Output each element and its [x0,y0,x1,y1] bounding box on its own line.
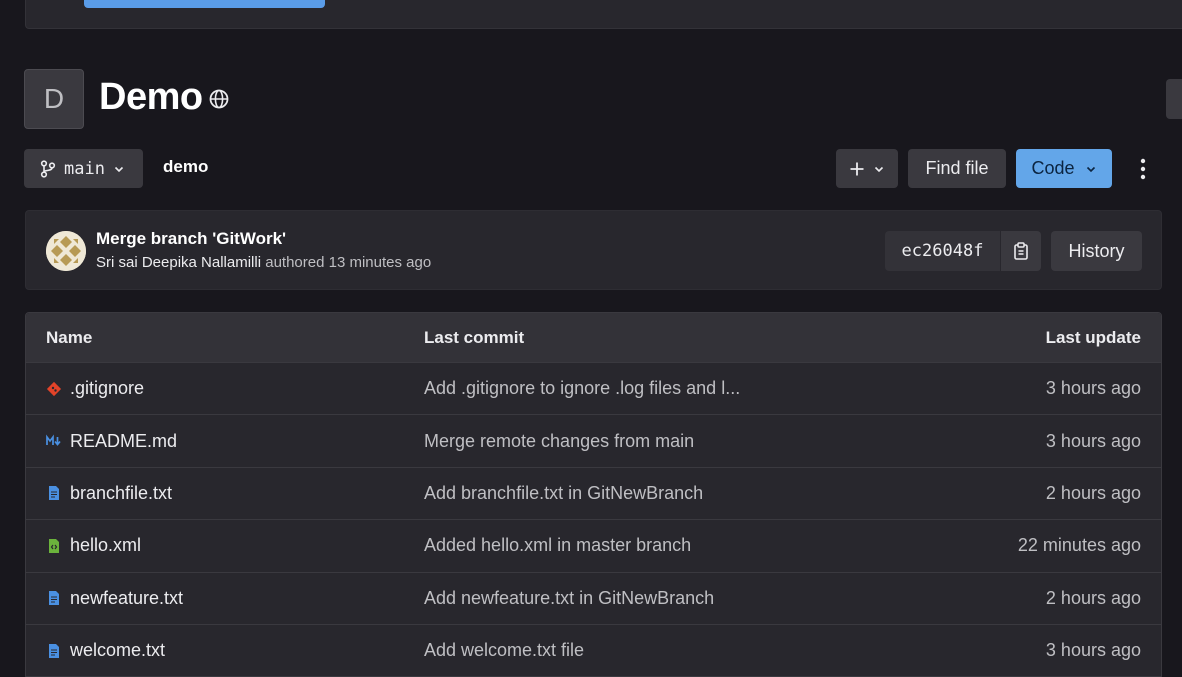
project-title[interactable]: Demo [99,76,203,119]
commit-sha[interactable]: ec26048f [885,231,1000,271]
plus-icon [850,162,864,175]
file-name[interactable]: .gitignore [70,378,144,399]
more-actions-button[interactable] [1128,152,1158,186]
chevron-down-icon [1086,166,1095,172]
file-cell: README.md [46,431,177,452]
update-time: 3 hours ago [1045,378,1141,399]
file-name[interactable]: newfeature.txt [70,588,183,609]
update-time: 3 hours ago [1045,430,1141,451]
update-time: 22 minutes ago [1017,535,1141,556]
chevron-down-icon [874,166,884,172]
table-header: Name Last commit Last update [26,313,1161,363]
branch-icon [40,159,56,178]
globe-icon [209,89,229,109]
project-avatar: D [24,69,84,129]
history-button[interactable]: History [1051,231,1142,271]
code-button-label: Code [1031,158,1075,178]
branch-name: main [64,158,105,179]
find-file-button[interactable]: Find file [908,149,1006,188]
commit-message[interactable]: Add welcome.txt file [424,640,584,661]
table-row[interactable]: README.md Merge remote changes from main… [26,415,1161,468]
markdown-icon [46,434,61,446]
table-row[interactable]: branchfile.txt Add branchfile.txt in Git… [26,467,1161,521]
repository-page: D Demo main demo Find file Code Merge br… [0,0,1182,677]
file-cell: newfeature.txt [46,588,183,609]
git-icon [46,381,62,396]
last-commit-panel: Merge branch 'GitWork' Sri sai Deepika N… [25,210,1162,290]
file-cell: .gitignore [46,378,144,399]
commit-message[interactable]: Add newfeature.txt in GitNewBranch [424,588,714,609]
commit-message[interactable]: Added hello.xml in master branch [424,535,691,556]
kebab-menu-icon [1140,158,1146,180]
update-time: 2 hours ago [1045,482,1141,503]
file-cell: branchfile.txt [46,483,172,504]
file-cell: welcome.txt [46,640,165,661]
commit-author-avatar[interactable] [46,231,86,271]
header-name: Name [46,327,93,347]
update-time: 2 hours ago [1045,587,1141,608]
table-row[interactable]: welcome.txt Add welcome.txt file 3 hours… [26,624,1161,677]
commit-meta: Sri sai Deepika Nallamilli authored 13 m… [96,254,431,271]
table-row[interactable]: hello.xml Added hello.xml in master bran… [26,520,1161,573]
file-name[interactable]: hello.xml [70,535,141,556]
chevron-down-icon [114,166,124,172]
identicon-icon [46,231,86,271]
commit-message[interactable]: Merge remote changes from main [424,431,694,452]
table-row[interactable]: .gitignore Add .gitignore to ignore .log… [26,363,1161,416]
header-last-commit: Last commit [424,327,525,347]
project-avatar-letter: D [43,83,65,114]
file-cell: hello.xml [46,535,141,556]
header-last-update: Last update [1045,327,1141,347]
text-file-icon [49,643,59,658]
file-name[interactable]: README.md [70,431,177,452]
commit-author[interactable]: Sri sai Deepika Nallamilli [96,254,261,271]
update-time: 3 hours ago [1045,640,1141,661]
commit-message[interactable]: Add branchfile.txt in GitNewBranch [424,483,703,504]
top-action-button[interactable] [84,0,325,8]
copy-sha-button[interactable] [1000,231,1041,271]
text-file-icon [49,591,59,606]
table-row[interactable]: newfeature.txt Add newfeature.txt in Git… [26,572,1161,625]
commit-time: authored 13 minutes ago [265,254,432,271]
code-dropdown-button[interactable]: Code [1016,149,1112,188]
xml-file-icon [49,538,59,553]
branch-selector[interactable]: main [24,149,143,188]
commit-title[interactable]: Merge branch 'GitWork' [96,229,286,249]
add-dropdown-button[interactable] [836,149,898,188]
commit-sha-group: ec26048f [885,231,1041,271]
file-name[interactable]: branchfile.txt [70,483,172,504]
side-collapse-button[interactable] [1166,79,1182,119]
text-file-icon [49,486,59,501]
commit-message[interactable]: Add .gitignore to ignore .log files and … [424,378,740,399]
clipboard-icon [1014,242,1028,260]
breadcrumb-project[interactable]: demo [163,157,208,177]
file-name[interactable]: welcome.txt [70,640,165,661]
file-table: Name Last commit Last update .gitignore … [25,312,1162,677]
